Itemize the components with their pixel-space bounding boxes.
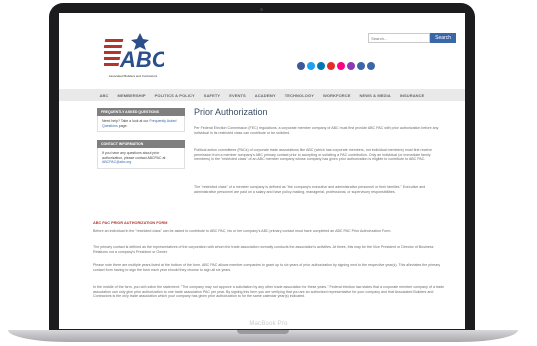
search-input[interactable] bbox=[368, 33, 431, 43]
search-button[interactable]: Search bbox=[430, 33, 456, 43]
twitter-icon[interactable] bbox=[307, 62, 315, 70]
page-title: Prior Authorization bbox=[194, 107, 268, 117]
nav-item-insurance[interactable]: INSURANCE bbox=[400, 93, 425, 98]
email-icon[interactable] bbox=[357, 62, 365, 70]
abc-logo[interactable]: ABC bbox=[104, 29, 164, 73]
nav-item-news-media[interactable]: NEWS & MEDIA bbox=[360, 93, 391, 98]
laptop-bezel: Search ABC Associated Builders and Contr… bbox=[49, 3, 475, 333]
section-title: ABC PAC PRIOR AUTHORIZATION FORM bbox=[93, 221, 168, 225]
nav-item-technology[interactable]: TECHNOLOGY bbox=[285, 93, 314, 98]
nav-item-workforce[interactable]: WORKFORCE bbox=[323, 93, 351, 98]
nav-item-membership[interactable]: MEMBERSHIP bbox=[118, 93, 146, 98]
linkedin-icon[interactable] bbox=[317, 62, 325, 70]
faq-text: Need help? Take a look at our bbox=[102, 119, 149, 123]
nav-item-events[interactable]: EVENTS bbox=[229, 93, 246, 98]
form-intro-paragraph: Before an individual in the "restricted … bbox=[93, 229, 392, 233]
social-icons bbox=[297, 62, 375, 70]
restricted-class-paragraph: The "restricted class" of a member compa… bbox=[194, 185, 426, 194]
intro-paragraph: Per Federal Election Commission (FEC) re… bbox=[194, 126, 439, 135]
faq-heading: FREQUENTLY ASKED QUESTIONS bbox=[97, 108, 185, 116]
contact-text: If you have any questions about prior au… bbox=[102, 151, 166, 160]
faq-box: Need help? Take a look at our Frequently… bbox=[97, 116, 185, 132]
multiple-years-paragraph: Please note there are multiple years lis… bbox=[93, 263, 441, 272]
browser-screen: Search ABC Associated Builders and Contr… bbox=[59, 13, 465, 329]
search-bar: Search bbox=[368, 33, 456, 43]
rss-icon[interactable] bbox=[367, 62, 375, 70]
faq-text-end: page. bbox=[118, 123, 128, 128]
nav-item-politics-policy[interactable]: POLITICS & POLICY bbox=[155, 93, 195, 98]
camera-icon bbox=[260, 8, 263, 11]
youtube-icon[interactable] bbox=[327, 62, 335, 70]
nav-item-abc[interactable]: ABC bbox=[100, 93, 109, 98]
nav-item-academy[interactable]: ACADEMY bbox=[255, 93, 276, 98]
laptop-base bbox=[8, 330, 518, 342]
facebook-icon[interactable] bbox=[297, 62, 305, 70]
instagram-icon[interactable] bbox=[347, 62, 355, 70]
statement-paragraph: In the middle of the form, you will noti… bbox=[93, 285, 445, 299]
laptop-notch bbox=[237, 330, 289, 334]
primary-contact-paragraph: The primary contact is defined as the re… bbox=[93, 245, 434, 254]
contact-email-link[interactable]: ABCPAC@abc.org bbox=[102, 160, 131, 164]
logo-text: ABC bbox=[119, 47, 164, 72]
logo-tagline: Associated Builders and Contractors bbox=[108, 74, 158, 78]
contact-heading: CONTACT INFORMATION bbox=[97, 140, 185, 148]
flickr-icon[interactable] bbox=[337, 62, 345, 70]
pac-paragraph: Political action committees (PACs) of co… bbox=[194, 148, 433, 162]
contact-box: If you have any questions about prior au… bbox=[97, 148, 185, 169]
sidebar: FREQUENTLY ASKED QUESTIONS Need help? Ta… bbox=[97, 108, 185, 177]
main-nav: ABC MEMBERSHIP POLITICS & POLICY SAFETY … bbox=[59, 89, 465, 101]
device-label: MacBook Pro bbox=[249, 321, 288, 327]
nav-item-safety[interactable]: SAFETY bbox=[204, 93, 220, 98]
